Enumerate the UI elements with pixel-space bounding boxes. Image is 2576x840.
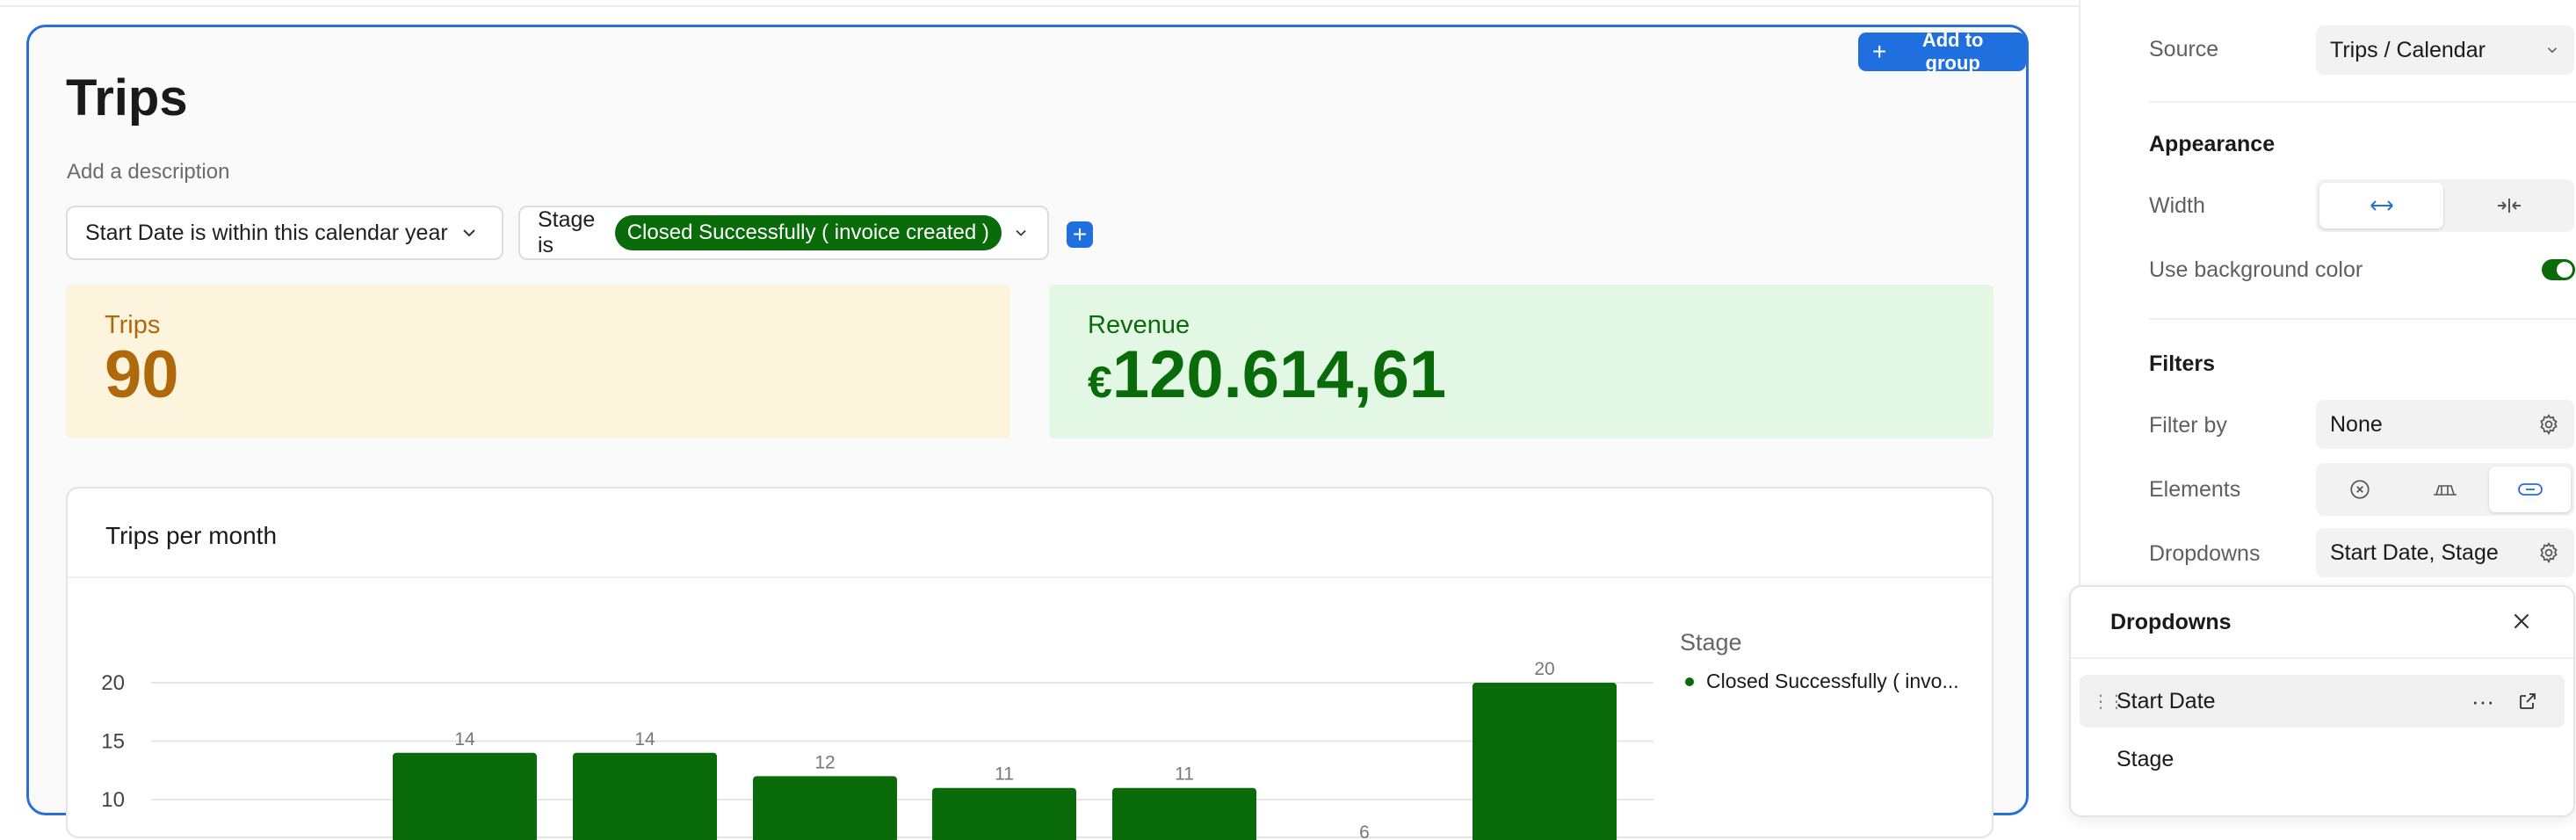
currency-symbol: € [1088,358,1112,407]
dropdown-item-start-date[interactable]: ⋮⋮ Start Date ··· [2080,675,2565,728]
y-tick-label: 15 [101,730,125,754]
legend-title: Stage [1680,629,1742,655]
width-full-button[interactable] [2319,183,2443,228]
dropdowns-select[interactable]: Start Date, Stage [2316,528,2574,577]
chevron-down-icon [1016,229,1026,236]
kpi-revenue-card[interactable]: Revenue €120.614,61 [1049,285,1994,438]
arrows-horizontal-icon [2370,200,2393,211]
kpi-revenue-value: €120.614,61 [1088,340,1955,410]
bar-chart: 20151051414121111620 [101,659,1653,840]
filter-by-value: None [2330,411,2383,437]
dropdowns-label: Dropdowns [2149,541,2261,566]
filter-stage[interactable]: Stage is Closed Successfully ( invoice c… [518,206,1049,260]
elements-tabs-button[interactable] [2405,467,2486,512]
bg-color-toggle[interactable] [2542,259,2575,280]
chart-bar[interactable] [753,776,897,840]
dropdown-toggle-icon [2517,483,2543,496]
revenue-amount: 120.614,61 [1111,337,1447,412]
source-select[interactable]: Trips / Calendar [2316,25,2574,75]
chart-title: Trips per month [105,522,278,549]
popover-title: Dropdowns [2110,610,2232,634]
data-label: 11 [995,764,1014,785]
plus-icon: + [1072,221,1088,248]
elements-dropdown-button[interactable] [2489,467,2572,512]
more-options-icon[interactable]: ··· [2471,688,2494,715]
filter-start-date-label: Start Date is within this calendar year [85,220,448,245]
chevron-down-icon [2547,47,2558,54]
data-label: 14 [454,729,475,749]
drag-handle-icon[interactable]: ⋮⋮ [2092,691,2125,713]
add-filter-button[interactable]: + [1067,221,1093,248]
kpi-trips-label: Trips [105,311,161,339]
data-label: 14 [634,729,655,749]
chart-bar[interactable] [573,752,717,840]
width-narrow-button[interactable] [2447,183,2571,228]
elements-label: Elements [2149,477,2241,502]
dropdowns-popover: Dropdowns ⋮⋮ Start Date ··· Stage [2069,585,2575,817]
source-value: Trips / Calendar [2330,37,2486,62]
data-label: 6 [1359,822,1370,840]
kpi-trips-value: 90 [105,337,179,412]
chevron-down-icon [462,229,475,237]
filter-start-date[interactable]: Start Date is within this calendar year [66,206,503,260]
kpi-trips-card[interactable]: Trips 90 [66,285,1010,438]
dropdown-item-label: Stage [2117,746,2174,771]
width-toggle[interactable] [2316,179,2574,232]
popover-divider [2071,657,2573,659]
plus-icon: + [1872,38,1887,65]
gear-icon[interactable] [2537,541,2560,564]
bg-color-label: Use background color [2149,257,2363,282]
elements-toggle[interactable] [2316,463,2574,516]
chart-bar[interactable] [1473,683,1617,840]
add-to-group-label: Add to group [1921,29,1984,74]
chart-bar[interactable] [932,787,1076,840]
close-icon[interactable] [2510,610,2533,633]
panel-divider [2149,318,2576,320]
filter-stage-value-pill: Closed Successfully ( invoice created ) [614,215,1002,250]
y-tick-label: 20 [101,671,125,695]
dropdown-item-stage[interactable]: Stage [2080,733,2565,786]
y-tick-label: 10 [101,788,125,812]
data-label: 20 [1534,659,1554,679]
circle-x-icon [2350,480,2370,499]
kpi-revenue-label: Revenue [1088,311,1190,339]
width-label: Width [2149,193,2205,218]
legend-item[interactable]: Closed Successfully ( invo... [1685,670,1959,693]
external-link-icon[interactable] [2517,691,2538,712]
arrows-collapse-icon [2497,199,2521,213]
top-divider [0,0,2079,7]
filter-by-label: Filter by [2149,413,2227,438]
gear-icon[interactable] [2537,413,2560,436]
legend-dot-icon [1685,677,1694,686]
filter-by-select[interactable]: None [2316,400,2574,449]
dropdowns-value: Start Date, Stage [2330,539,2499,565]
source-label: Source [2149,37,2219,62]
appearance-heading: Appearance [2149,132,2276,156]
chart-card[interactable]: Trips per month 20151051414121111620 Sta… [66,487,1994,840]
data-label: 12 [814,752,835,772]
data-label: 11 [1175,764,1194,785]
page-title[interactable]: Trips [66,69,188,127]
add-to-group-button[interactable]: + Add to group [1858,29,2026,74]
filters-heading: Filters [2149,351,2216,376]
elements-none-button[interactable] [2319,467,2401,512]
description-placeholder[interactable]: Add a description [67,160,229,185]
chart-bar[interactable] [1112,787,1256,840]
panel-divider [2149,101,2576,103]
tabs-icon [2434,485,2457,496]
dropdown-item-label: Start Date [2117,688,2216,713]
chart-bar[interactable] [393,752,537,840]
filter-stage-prefix: Stage is [538,207,596,257]
legend-item-label: Closed Successfully ( invo... [1706,670,1959,692]
